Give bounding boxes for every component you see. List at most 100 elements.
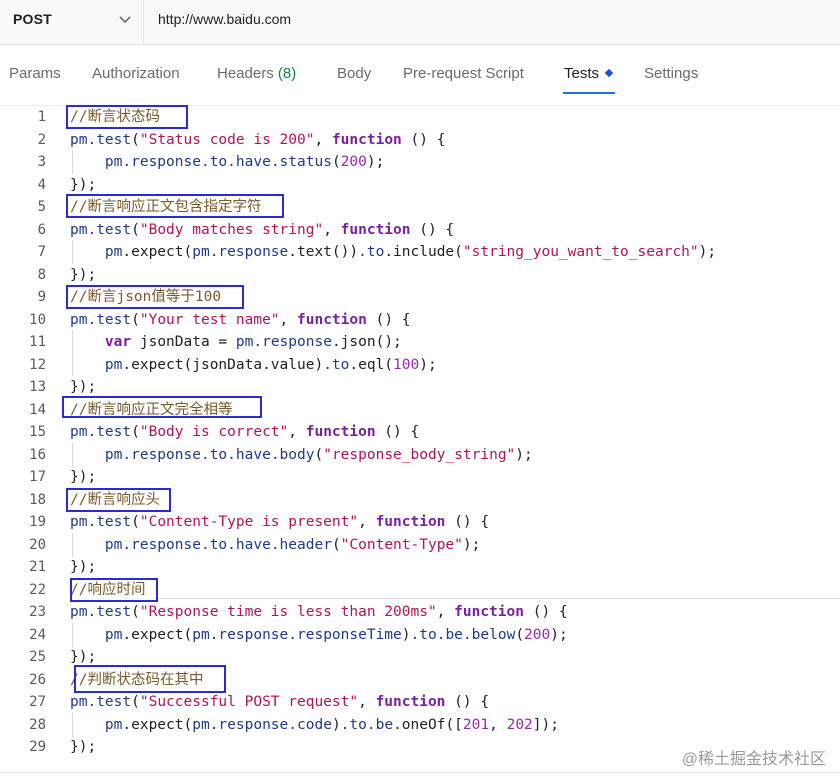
line-number: 12 <box>29 356 46 373</box>
code-text: pm.expect(pm.response.responseTime).to.b… <box>104 626 568 643</box>
code-line[interactable]: 15 pm.test("Body is correct", function ()… <box>0 421 840 443</box>
code-line[interactable]: 7 pm.expect(pm.response.text()).to.inclu… <box>0 241 840 263</box>
line-number: 14 <box>29 401 46 418</box>
annotation-box <box>66 285 244 309</box>
code-text: pm.response.to.have.header("Content-Type… <box>104 536 481 553</box>
watermark: @稀土掘金技术社区 <box>681 751 826 768</box>
line-number: 24 <box>29 626 46 643</box>
code-text: var jsonData = pm.response.json(); <box>104 334 402 350</box>
code-line[interactable]: 8}); <box>0 264 840 286</box>
tab-authorization[interactable]: Authorization <box>92 65 180 82</box>
code-text: pm.response.to.have.body("response_body_… <box>104 446 533 463</box>
code-line[interactable]: 20 pm.response.to.have.header("Content-T… <box>0 534 840 556</box>
tab-pre-request-script[interactable]: Pre-request Script <box>403 65 524 82</box>
line-number: 28 <box>29 716 46 733</box>
code-text: pm.test("Your test name", function () { <box>70 311 411 328</box>
line-number: 29 <box>29 739 46 755</box>
code-text: pm.response.to.have.status(200); <box>104 154 385 170</box>
line-number: 10 <box>29 311 46 328</box>
code-text: pm.expect(pm.response.code).to.be.oneOf(… <box>104 716 559 733</box>
indent-guide <box>72 240 73 264</box>
code-text: pm.test("Successful POST request", funct… <box>70 694 490 710</box>
indent-guide <box>72 330 73 376</box>
code-line[interactable]: 16 pm.response.to.have.body("response_bo… <box>0 444 840 466</box>
code-line[interactable]: 28 pm.expect(pm.response.code).to.be.one… <box>0 714 840 736</box>
line-number: 1 <box>37 109 46 125</box>
line-number: 17 <box>29 469 46 485</box>
line-number: 9 <box>37 289 46 305</box>
code-line[interactable]: 23 pm.test("Response time is less than 20… <box>0 601 840 623</box>
tab-body[interactable]: Body <box>337 65 371 82</box>
code-text: pm.test("Content-Type is present", funct… <box>70 514 490 530</box>
method-label: POST <box>13 11 52 27</box>
line-number: 3 <box>37 154 46 170</box>
active-tab-indicator <box>563 92 615 94</box>
tab-settings[interactable]: Settings <box>644 65 698 82</box>
code-line[interactable]: 12 pm.expect(jsonData.value).to.eql(100)… <box>0 354 840 376</box>
code-line[interactable]: 2 pm.test("Status code is 200", function … <box>0 129 840 151</box>
line-number: 7 <box>37 244 46 260</box>
method-select[interactable]: POST <box>0 0 144 44</box>
code-line[interactable]: 19 pm.test("Content-Type is present", fun… <box>0 511 840 533</box>
code-text: pm.expect(pm.response.text()).to.include… <box>104 244 717 260</box>
line-number: 26 <box>29 671 46 688</box>
request-tabs: Params Authorization Headers (8) Body Pr… <box>0 45 840 106</box>
headers-count-badge: (8) <box>277 65 297 82</box>
code-text: pm.test("Status code is 200", function (… <box>70 131 446 148</box>
line-number: 21 <box>29 559 46 575</box>
code-line[interactable]: 11 var jsonData = pm.response.json(); <box>0 331 840 353</box>
indent-guide <box>72 150 73 174</box>
code-line[interactable]: 17}); <box>0 466 840 488</box>
code-text: }); <box>70 266 97 283</box>
code-text: }); <box>70 559 97 575</box>
code-line[interactable]: 24 pm.expect(pm.response.responseTime).t… <box>0 624 840 646</box>
line-number: 16 <box>29 446 46 463</box>
code-line[interactable]: 27 pm.test("Successful POST request", fun… <box>0 691 840 713</box>
url-input[interactable]: http://www.baidu.com <box>158 11 291 27</box>
line-number: 25 <box>29 649 46 665</box>
code-text: pm.test("Body is correct", function () { <box>70 424 420 440</box>
line-number: 20 <box>29 536 46 553</box>
line-number: 5 <box>37 199 46 215</box>
code-line[interactable]: 10 pm.test("Your test name", function () … <box>0 309 840 331</box>
annotation-box <box>66 105 188 129</box>
line-number: 22 <box>29 581 46 598</box>
code-line[interactable]: 6 pm.test("Body matches string", function… <box>0 219 840 241</box>
line-number: 13 <box>29 379 46 395</box>
bottom-border <box>0 772 840 773</box>
indent-guide <box>72 623 73 647</box>
line-number: 27 <box>29 694 46 710</box>
chevron-down-icon <box>119 16 131 24</box>
code-text: }); <box>70 379 97 395</box>
indent-guide <box>72 713 73 737</box>
indent-guide <box>72 443 73 467</box>
annotation-box <box>70 578 158 602</box>
tab-tests-label: Tests <box>564 65 600 82</box>
code-text: pm.expect(jsonData.value).to.eql(100); <box>104 356 437 373</box>
indent-guide <box>72 533 73 557</box>
code-text: }); <box>70 739 97 755</box>
code-text: pm.test("Response time is less than 200m… <box>70 604 568 620</box>
code-line[interactable]: 13}); <box>0 376 840 398</box>
tab-headers-label: Headers <box>217 65 274 82</box>
line-number: 4 <box>37 176 46 193</box>
code-line[interactable]: 21}); <box>0 556 840 578</box>
code-text: }); <box>70 469 97 485</box>
line-number: 2 <box>37 131 46 148</box>
tab-params[interactable]: Params <box>9 65 61 82</box>
line-number: 15 <box>29 424 46 440</box>
code-text: pm.test("Body matches string", function … <box>70 221 455 238</box>
line-number: 8 <box>37 266 46 283</box>
code-line[interactable]: 4}); <box>0 174 840 196</box>
modified-dot-icon <box>604 68 614 78</box>
annotation-box <box>74 665 226 693</box>
line-highlight-border <box>155 598 840 599</box>
line-number: 19 <box>29 514 46 530</box>
code-line[interactable]: 3 pm.response.to.have.status(200); <box>0 151 840 173</box>
line-number: 6 <box>37 221 46 238</box>
line-number: 23 <box>29 604 46 620</box>
tab-tests[interactable]: Tests <box>564 65 614 82</box>
annotation-box <box>66 194 284 218</box>
tab-headers[interactable]: Headers (8) <box>217 65 296 82</box>
line-number: 18 <box>29 491 46 508</box>
